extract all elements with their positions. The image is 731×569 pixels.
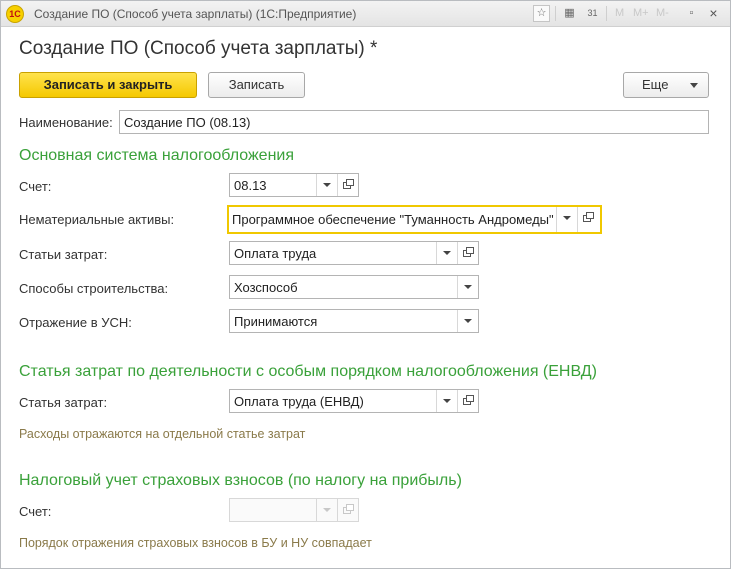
construction-methods-field[interactable]: Хозспособ [229,275,479,299]
chevron-down-icon[interactable] [316,174,336,196]
intangible-assets-label: Нематериальные активы: [19,212,175,227]
toolbar-divider [606,6,607,21]
save-and-close-button[interactable]: Записать и закрыть [19,72,197,98]
page-title: Создание ПО (Способ учета зарплаты) * [19,38,378,59]
app-logo-icon[interactable]: 1С [6,5,24,23]
account-value: 08.13 [234,178,267,193]
chevron-down-icon [690,83,698,88]
cost-items-value: Оплата труда [234,246,317,261]
envd-heading: Статья затрат по деятельности с особым п… [19,363,597,380]
save-button[interactable]: Записать [208,72,305,98]
envd-cost-item-field[interactable]: Оплата труда (ЕНВД) [229,389,479,413]
envd-cost-item-label: Статья затрат: [19,395,108,410]
close-icon[interactable]: × [705,5,722,22]
name-label: Наименование: [19,115,113,130]
name-field[interactable]: Создание ПО (08.13) [119,110,709,134]
usn-reflection-value: Принимаются [234,314,318,329]
toolbar-divider [555,6,556,21]
insurance-account-field[interactable] [229,498,359,522]
open-icon[interactable] [577,207,597,232]
name-value: Создание ПО (08.13) [124,115,251,130]
more-button[interactable]: Еще [623,72,709,98]
chevron-down-icon[interactable] [436,242,456,264]
usn-reflection-field[interactable]: Принимаются [229,309,479,333]
construction-methods-value: Хозспособ [234,280,298,295]
chevron-down-icon[interactable] [556,207,576,232]
open-icon[interactable] [337,174,357,196]
more-button-label: Еще [642,77,669,92]
m-plus-icon[interactable]: M+ [633,7,649,19]
form-window: 1С Создание ПО (Способ учета зарплаты) (… [0,0,731,569]
insurance-heading: Налоговый учет страховых взносов (по нал… [19,472,462,489]
cost-items-label: Статьи затрат: [19,247,108,262]
chevron-down-icon[interactable] [457,276,477,298]
chevron-down-icon[interactable] [457,310,477,332]
insurance-account-label: Счет: [19,504,52,519]
chevron-down-icon[interactable] [436,390,456,412]
construction-methods-label: Способы строительства: [19,281,169,296]
window-title: Создание ПО (Способ учета зарплаты) (1С:… [34,7,357,21]
account-label: Счет: [19,179,52,194]
usn-reflection-label: Отражение в УСН: [19,315,132,330]
calculator-icon[interactable]: ▦ [561,5,578,22]
intangible-assets-value: Программное обеспечение "Туманность Андр… [232,212,554,227]
open-icon[interactable] [457,242,477,264]
cost-items-field[interactable]: Оплата труда [229,241,479,265]
main-tax-heading: Основная система налогообложения [19,147,294,164]
envd-cost-item-value: Оплата труда (ЕНВД) [234,394,364,409]
open-icon[interactable] [457,390,477,412]
restore-icon[interactable]: ▫ [683,5,700,22]
envd-note: Расходы отражаются на отдельной статье з… [19,427,306,441]
insurance-note: Порядок отражения страховых взносов в БУ… [19,536,372,550]
m-icon[interactable]: M [615,7,624,19]
open-icon[interactable] [337,499,357,521]
calendar-icon[interactable]: 31 [584,5,601,22]
chevron-down-icon[interactable] [316,499,336,521]
intangible-assets-field[interactable]: Программное обеспечение "Туманность Андр… [227,205,602,234]
bookmark-icon[interactable]: ☆ [533,5,550,22]
account-field[interactable]: 08.13 [229,173,359,197]
title-bar: 1С Создание ПО (Способ учета зарплаты) (… [1,1,730,27]
m-minus-icon[interactable]: M- [656,7,669,19]
